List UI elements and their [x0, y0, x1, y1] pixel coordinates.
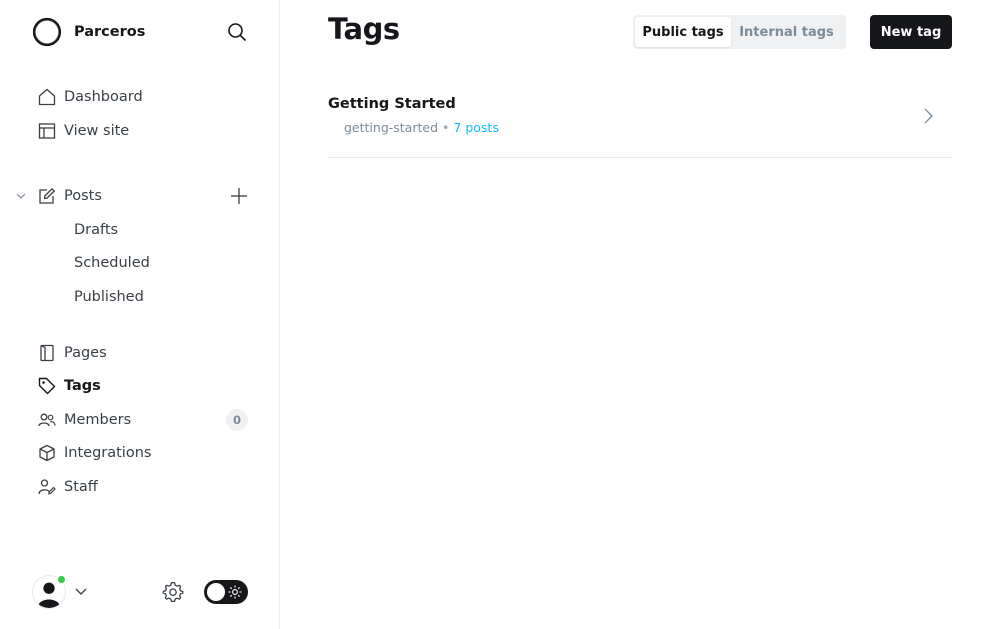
nav-label-dashboard: Dashboard	[64, 89, 143, 105]
page-title: Tags	[328, 12, 400, 46]
tag-list-item[interactable]: Getting Started getting-started • 7 post…	[328, 83, 952, 158]
search-button[interactable]	[224, 19, 250, 45]
nav-label-integrations: Integrations	[64, 445, 152, 461]
nav-label-view-site: View site	[64, 123, 130, 139]
nav-sub-item-published[interactable]: Published	[74, 284, 144, 310]
settings-gear-icon[interactable]	[161, 580, 185, 604]
main-content: Tags Public tags Internal tags New tag G…	[280, 0, 1000, 629]
theme-toggle[interactable]	[204, 580, 248, 604]
tag-slug: getting-started	[344, 120, 439, 135]
nav-item-pages[interactable]: Pages	[30, 338, 260, 368]
plus-icon	[231, 188, 247, 204]
staff-icon	[30, 476, 64, 498]
members-icon	[30, 409, 64, 431]
nav-item-posts[interactable]: Posts	[30, 181, 260, 211]
site-name: Parceros	[74, 24, 146, 40]
nav-item-tags[interactable]: Tags	[30, 371, 260, 401]
edit-post-icon	[30, 185, 64, 207]
nav-item-staff[interactable]: Staff	[30, 472, 260, 502]
site-logo-icon	[32, 17, 62, 47]
tag-post-count-link[interactable]: 7 posts	[453, 120, 498, 135]
nav-item-integrations[interactable]: Integrations	[30, 438, 260, 468]
nav-item-view-site[interactable]: View site	[30, 116, 260, 146]
search-icon	[228, 23, 246, 41]
brand[interactable]: Parceros	[32, 17, 145, 47]
online-status-indicator	[56, 574, 67, 585]
posts-collapse-chevron-icon[interactable]	[14, 189, 28, 203]
new-post-button[interactable]	[228, 185, 250, 207]
user-menu[interactable]	[32, 574, 67, 609]
nav-label-pages: Pages	[64, 345, 107, 361]
nav-sub-item-scheduled[interactable]: Scheduled	[74, 250, 150, 276]
tab-internal-tags[interactable]: Internal tags	[731, 17, 842, 47]
nav-label-posts: Posts	[64, 188, 102, 204]
nav-label-members: Members	[64, 412, 132, 428]
members-count-badge: 0	[226, 409, 248, 431]
sun-icon	[228, 585, 242, 599]
tab-public-tags[interactable]: Public tags	[635, 17, 731, 47]
home-icon	[30, 86, 64, 108]
sidebar: Parceros Dashboard View site Posts Draft…	[0, 0, 280, 629]
chevron-right-icon	[924, 108, 933, 124]
tag-meta: getting-started • 7 posts	[344, 120, 499, 135]
toggle-knob	[207, 583, 225, 601]
tag-icon	[30, 375, 64, 397]
new-tag-button[interactable]: New tag	[870, 15, 952, 49]
tag-type-switcher: Public tags Internal tags	[633, 15, 846, 49]
chevron-down-icon[interactable]	[74, 586, 88, 598]
tag-name: Getting Started	[328, 96, 456, 112]
nav-item-dashboard[interactable]: Dashboard	[30, 82, 260, 112]
page-icon	[30, 342, 64, 364]
nav-label-staff: Staff	[64, 479, 98, 495]
layout-icon	[30, 120, 64, 142]
nav-label-tags: Tags	[64, 378, 101, 394]
cube-icon	[30, 442, 64, 464]
nav-sub-item-drafts[interactable]: Drafts	[74, 217, 118, 243]
tag-meta-separator: •	[442, 120, 450, 135]
